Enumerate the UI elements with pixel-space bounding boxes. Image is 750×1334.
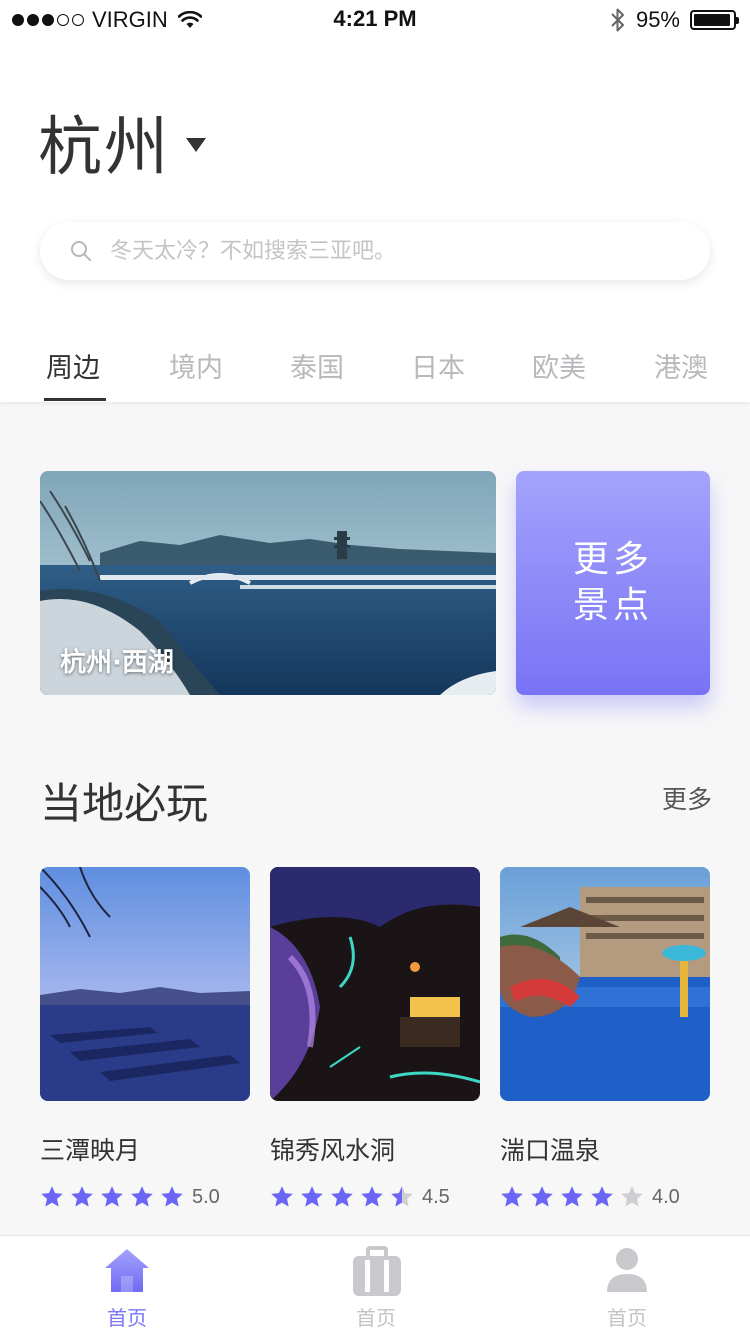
- nav-label: 首页: [107, 1306, 147, 1330]
- attraction-photo: [270, 867, 480, 1101]
- star-icon: [101, 1186, 123, 1207]
- status-bar: VIRGIN 4:21 PM 95%: [0, 0, 750, 40]
- star-icon: [71, 1186, 93, 1207]
- tab-domestic[interactable]: 境内: [169, 346, 223, 385]
- luggage-icon: [353, 1246, 401, 1296]
- rating-value: 5.0: [192, 1185, 220, 1208]
- star-rating: [500, 1185, 650, 1209]
- star-icon: [331, 1186, 353, 1207]
- caret-down-icon: [186, 138, 206, 152]
- attraction-name: 三潭映月: [40, 1136, 141, 1165]
- star-icon: [361, 1186, 383, 1207]
- tab-japan[interactable]: 日本: [411, 346, 465, 385]
- star-icon: [161, 1186, 183, 1207]
- bottom-navigation: 首页 首页 首页: [0, 1235, 750, 1334]
- battery-icon: [690, 10, 739, 30]
- attraction-photo: [40, 867, 250, 1101]
- section-more-link[interactable]: 更多: [662, 780, 712, 816]
- active-tab-indicator: [44, 398, 106, 401]
- city-name: 杭州: [38, 111, 170, 185]
- rating: 4.0: [500, 1185, 710, 1209]
- attraction-card[interactable]: 锦秀风水洞 4.5: [270, 867, 480, 1209]
- star-icon: [531, 1186, 553, 1207]
- home-icon: [105, 1249, 149, 1292]
- more-attractions-line2: 景点: [572, 585, 653, 626]
- more-attractions-line1: 更多: [572, 539, 653, 580]
- star-rating: [270, 1185, 420, 1209]
- star-icon: [131, 1186, 153, 1207]
- star-icon: [271, 1186, 293, 1207]
- star-icon: [621, 1186, 643, 1207]
- banner-caption: 杭州·西湖: [60, 648, 174, 678]
- attraction-name: 湍口温泉: [500, 1136, 601, 1165]
- nav-label: 首页: [356, 1306, 396, 1330]
- star-rating: [40, 1185, 190, 1209]
- tab-hongkong-macau[interactable]: 港澳: [654, 346, 708, 385]
- search-bar[interactable]: [40, 222, 710, 280]
- city-selector[interactable]: 杭州: [38, 96, 206, 188]
- search-icon: [71, 241, 91, 261]
- rating-value: 4.0: [652, 1185, 680, 1208]
- attraction-photo: [500, 867, 710, 1101]
- star-icon: [501, 1186, 523, 1207]
- battery-fill: [694, 14, 731, 26]
- bluetooth-icon: [611, 8, 624, 32]
- star-icon: [391, 1186, 413, 1207]
- nav-profile[interactable]: 首页: [502, 1236, 750, 1334]
- star-icon: [41, 1186, 63, 1207]
- top-area: VIRGIN 4:21 PM 95% 杭州 冬天太冷？不如搜索三亚吧。 周边 境…: [0, 0, 750, 402]
- attraction-card[interactable]: 三潭映月 5.0: [40, 867, 250, 1209]
- category-tabs: 周边 境内 泰国 日本 欧美 港澳: [0, 340, 750, 402]
- attraction-name: 锦秀风水洞: [270, 1136, 396, 1165]
- attraction-card[interactable]: 湍口温泉 4.0: [500, 867, 710, 1209]
- nav-trips[interactable]: 首页: [251, 1236, 501, 1334]
- section-title: 当地必玩: [40, 779, 209, 828]
- more-attractions-button[interactable]: 更多 景点: [516, 471, 710, 695]
- battery-percent: 95%: [635, 7, 680, 32]
- star-icon: [301, 1186, 323, 1207]
- search-input[interactable]: [110, 238, 650, 264]
- star-icon: [591, 1186, 613, 1207]
- user-icon: [607, 1248, 647, 1292]
- featured-banner[interactable]: 杭州·西湖: [40, 471, 496, 695]
- rating-value: 4.5: [422, 1185, 450, 1208]
- rating: 4.5: [270, 1185, 480, 1209]
- nav-home[interactable]: 首页: [2, 1236, 252, 1334]
- nav-label: 首页: [607, 1306, 647, 1330]
- rating: 5.0: [40, 1185, 250, 1209]
- tab-thailand[interactable]: 泰国: [290, 346, 344, 385]
- tab-nearby[interactable]: 周边: [46, 346, 100, 385]
- tab-europe-america[interactable]: 欧美: [532, 346, 586, 385]
- star-icon: [561, 1186, 583, 1207]
- status-right: 95%: [610, 6, 739, 34]
